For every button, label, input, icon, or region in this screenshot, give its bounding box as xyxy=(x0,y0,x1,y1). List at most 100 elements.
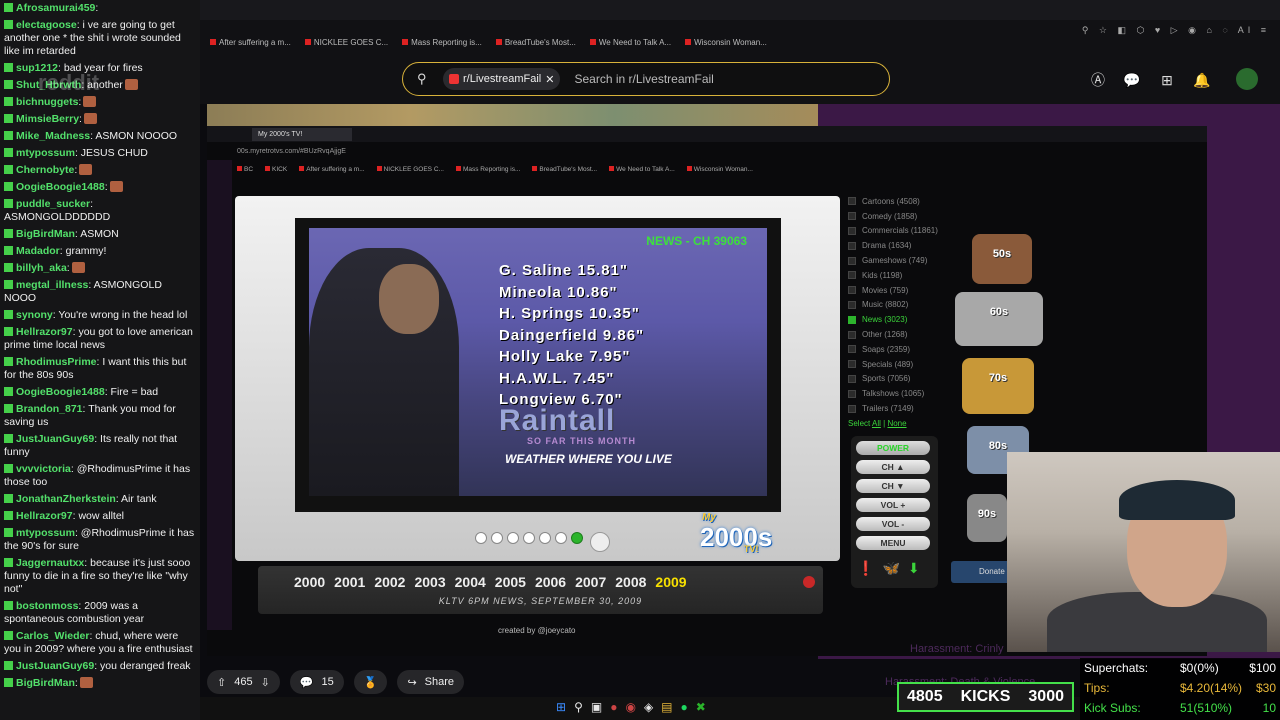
chat-username[interactable]: JustJuanGuy69 xyxy=(16,433,94,445)
tv-70s[interactable]: 70s xyxy=(962,358,1034,414)
category-checkbox[interactable] xyxy=(848,241,856,250)
category-checkbox[interactable] xyxy=(848,226,856,235)
downvote-icon[interactable]: ⇩ xyxy=(261,676,270,689)
notification-bell-icon[interactable]: 🔔 xyxy=(1192,70,1212,90)
chat-username[interactable]: Chernobyte xyxy=(16,164,74,176)
download-icon[interactable]: ⬇ xyxy=(908,560,920,577)
bookmark-item[interactable]: We Need to Talk A... xyxy=(590,38,671,52)
category-checkbox[interactable] xyxy=(848,404,856,413)
search-icon[interactable]: ⚲ xyxy=(574,700,583,714)
chat-username[interactable]: mtypossum xyxy=(16,147,75,159)
creator-credit[interactable]: created by @joeycato xyxy=(498,626,576,635)
inner-bookmark-item[interactable]: NICKLEE GOES C... xyxy=(377,166,444,173)
spotify-icon[interactable]: ● xyxy=(681,700,688,714)
chat-username[interactable]: electagoose xyxy=(16,19,77,31)
inner-bookmark-item[interactable]: BC xyxy=(237,166,253,173)
chat-username[interactable]: JonathanZherkstein xyxy=(16,493,116,505)
chat-username[interactable]: BigBirdMan xyxy=(16,228,75,240)
volume-down-button[interactable]: VOL - xyxy=(856,517,930,531)
category-item[interactable]: Sports (7056) xyxy=(848,372,948,387)
year-button[interactable]: 2008 xyxy=(615,574,646,590)
chat-username[interactable]: synony xyxy=(16,309,53,321)
category-item[interactable]: Trailers (7149) xyxy=(848,401,948,416)
bookmark-item[interactable]: Wisconsin Woman... xyxy=(685,38,767,52)
chat-username[interactable]: OogieBoogie1488 xyxy=(16,386,105,398)
bookmark-item[interactable]: Mass Reporting is... xyxy=(402,38,482,52)
channel-up-button[interactable]: CH ▲ xyxy=(856,460,930,474)
chat-username[interactable]: Brandon_871 xyxy=(16,403,83,415)
menu-button[interactable]: MENU xyxy=(856,536,930,550)
chat-username[interactable]: puddle_sucker xyxy=(16,198,90,210)
create-post-icon[interactable]: ⊞ xyxy=(1157,70,1177,90)
inner-bookmark-item[interactable]: We Need to Talk A... xyxy=(609,166,675,173)
category-item[interactable]: Music (8802) xyxy=(848,298,948,313)
tv-60s[interactable]: 60s xyxy=(955,292,1043,346)
chip-close-icon[interactable]: ✕ xyxy=(545,73,554,86)
tv-dial[interactable] xyxy=(590,532,610,552)
search-input[interactable] xyxy=(572,71,857,87)
comments-button[interactable]: 💬 15 xyxy=(289,670,344,694)
award-button[interactable]: 🏅 xyxy=(353,670,388,694)
share-button[interactable]: ↪ Share xyxy=(397,670,465,694)
chat-username[interactable]: billyh_aka xyxy=(16,262,67,274)
chat-username[interactable]: Madador xyxy=(16,245,60,257)
windows-start-icon[interactable]: ⊞ xyxy=(556,700,566,714)
chat-username[interactable]: JustJuanGuy69 xyxy=(16,660,94,672)
inner-bookmark-item[interactable]: Wisconsin Woman... xyxy=(687,166,753,173)
chat-username[interactable]: bichnuggets xyxy=(16,96,78,108)
year-button[interactable]: 2009 xyxy=(655,574,686,590)
chat-username[interactable]: sup1212 xyxy=(16,62,58,74)
volume-up-button[interactable]: VOL + xyxy=(856,498,930,512)
donate-button[interactable]: Donate xyxy=(951,561,1011,583)
year-button[interactable]: 2000 xyxy=(294,574,325,590)
record-icon[interactable] xyxy=(803,576,815,588)
category-checkbox[interactable] xyxy=(848,300,856,309)
chat-username[interactable]: OogieBoogie1488 xyxy=(16,181,105,193)
year-button[interactable]: 2007 xyxy=(575,574,606,590)
butterfly-icon[interactable]: 🦋 xyxy=(882,560,899,577)
app-icon[interactable]: ● xyxy=(610,700,617,714)
alert-icon[interactable]: ❗ xyxy=(857,560,874,577)
chat-username[interactable]: BigBirdMan xyxy=(16,677,75,689)
category-item[interactable]: Cartoons (4508) xyxy=(848,194,948,209)
category-checkbox[interactable] xyxy=(848,360,856,369)
year-button[interactable]: 2001 xyxy=(334,574,365,590)
chat-username[interactable]: Afrosamurai459 xyxy=(16,2,95,14)
year-button[interactable]: 2002 xyxy=(374,574,405,590)
ad-icon[interactable]: Ⓐ xyxy=(1088,70,1108,90)
channel-down-button[interactable]: CH ▼ xyxy=(856,479,930,493)
upvote-icon[interactable]: ⇧ xyxy=(217,676,226,689)
chat-username[interactable]: megtal_illness xyxy=(16,279,88,291)
chat-username[interactable]: MimsieBerry xyxy=(16,113,79,125)
chat-username[interactable]: Jaggernautxx xyxy=(16,557,84,569)
category-item[interactable]: Soaps (2359) xyxy=(848,342,948,357)
category-checkbox[interactable] xyxy=(848,330,856,339)
user-avatar[interactable] xyxy=(1236,68,1258,90)
chat-username[interactable]: Shut_Hbrwth xyxy=(16,79,81,91)
chat-username[interactable]: mtypossum xyxy=(16,527,75,539)
task-view-icon[interactable]: ▣ xyxy=(591,700,602,714)
bookmark-item[interactable]: BreadTube's Most... xyxy=(496,38,576,52)
year-button[interactable]: 2005 xyxy=(495,574,526,590)
inner-bookmark-item[interactable]: BreadTube's Most... xyxy=(532,166,597,173)
category-checkbox[interactable] xyxy=(848,315,856,324)
year-button[interactable]: 2006 xyxy=(535,574,566,590)
inner-bookmark-item[interactable]: After suffering a m... xyxy=(299,166,364,173)
category-item[interactable]: Talkshows (1065) xyxy=(848,386,948,401)
category-checkbox[interactable] xyxy=(848,374,856,383)
category-checkbox[interactable] xyxy=(848,389,856,398)
category-item[interactable]: Commercials (11861) xyxy=(848,224,948,239)
chat-icon[interactable]: 💬 xyxy=(1122,70,1142,90)
tv-90s[interactable]: 90s xyxy=(967,494,1007,542)
category-item[interactable]: Specials (489) xyxy=(848,357,948,372)
search-bar[interactable]: ⚲ r/LivestreamFail ✕ xyxy=(402,62,890,96)
browser-icon[interactable]: ◉ xyxy=(625,700,635,714)
chat-username[interactable]: Hellrazor97 xyxy=(16,510,73,522)
inner-bookmark-item[interactable]: KICK xyxy=(265,166,287,173)
tv-screen[interactable]: NEWS - CH 39063 G. Saline 15.81" Mineola … xyxy=(309,228,767,496)
subreddit-chip[interactable]: r/LivestreamFail ✕ xyxy=(443,68,561,90)
category-item[interactable]: Gameshows (749) xyxy=(848,253,948,268)
chat-username[interactable]: Carlos_Wieder xyxy=(16,630,89,642)
year-button[interactable]: 2004 xyxy=(455,574,486,590)
category-item[interactable]: Kids (1198) xyxy=(848,268,948,283)
